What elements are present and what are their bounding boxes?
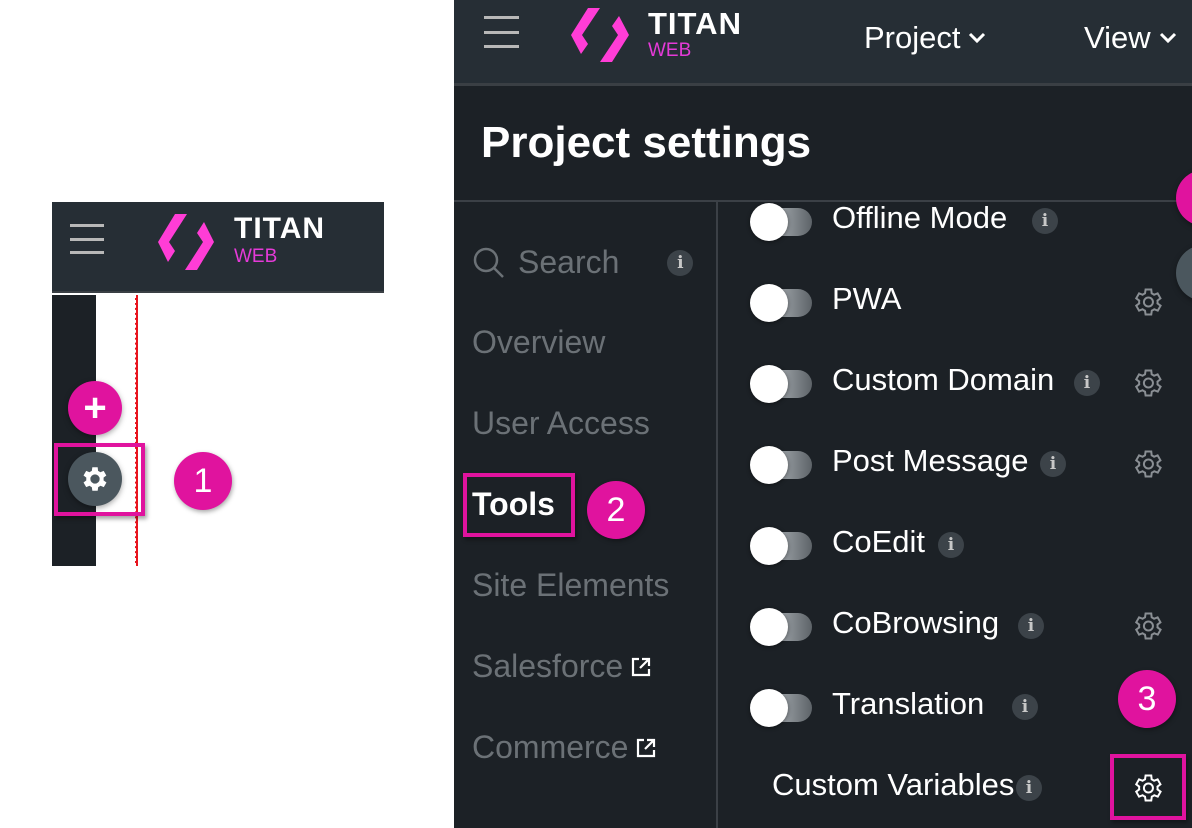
gear-icon[interactable] — [1130, 447, 1164, 486]
toggle-knob — [750, 365, 788, 403]
external-link-icon — [637, 738, 656, 757]
info-icon[interactable]: i — [1040, 451, 1066, 477]
hamburger-menu-icon[interactable] — [70, 224, 104, 254]
step-1-highlight — [54, 443, 145, 516]
toggle-knob — [750, 446, 788, 484]
nav-item-user-access[interactable]: User Access — [472, 405, 650, 442]
app-header: TITAN WEB Project View — [454, 0, 1192, 86]
toggle-switch[interactable] — [750, 365, 812, 403]
nav-item-salesforce[interactable]: Salesforce — [472, 648, 651, 685]
nav-item-site-elements[interactable]: Site Elements — [472, 567, 669, 604]
info-icon[interactable]: i — [1032, 208, 1058, 234]
toggle-switch[interactable] — [750, 284, 812, 322]
chevron-down-icon — [969, 32, 986, 44]
setting-label: Translation — [832, 686, 985, 721]
project-menu[interactable]: Project — [864, 20, 986, 56]
setting-label: PWA — [832, 281, 902, 316]
setting-row: Post Message i — [750, 439, 1190, 489]
info-icon[interactable]: i — [938, 532, 964, 558]
setting-label: CoBrowsing — [832, 605, 1000, 640]
setting-label: Offline Mode — [832, 200, 1008, 235]
info-icon[interactable]: i — [1012, 694, 1038, 720]
titan-logo-icon — [571, 8, 629, 62]
step-2-highlight — [463, 473, 575, 537]
titan-logo-icon — [158, 214, 214, 270]
mini-editor-preview: TITAN WEB + 1 — [52, 202, 384, 566]
nav-item-commerce[interactable]: Commerce — [472, 729, 656, 766]
toggle-knob — [750, 689, 788, 727]
mini-header: TITAN WEB — [52, 202, 384, 293]
toggle-switch[interactable] — [750, 203, 812, 241]
logo-title: TITAN — [648, 6, 742, 41]
external-link-icon — [632, 657, 651, 676]
info-icon[interactable]: i — [1018, 613, 1044, 639]
view-menu-label: View — [1084, 20, 1151, 55]
setting-row: CoBrowsing i — [750, 601, 1190, 651]
toggle-switch[interactable] — [750, 608, 812, 646]
search-field[interactable]: Search i — [472, 244, 694, 281]
setting-row: Translation i — [750, 682, 1190, 732]
add-element-button[interactable]: + — [68, 381, 122, 435]
plus-icon: + — [83, 385, 107, 430]
toggle-knob — [750, 203, 788, 241]
toggle-knob — [750, 527, 788, 565]
info-icon[interactable]: i — [1074, 370, 1100, 396]
setting-label: Post Message — [832, 443, 1029, 478]
setting-row: PWA — [750, 277, 1190, 327]
canvas-guide-line — [135, 295, 138, 566]
logo-subtitle: WEB — [234, 246, 278, 267]
toggle-switch[interactable] — [750, 689, 812, 727]
setting-label: CoEdit — [832, 524, 926, 559]
toggle-switch[interactable] — [750, 527, 812, 565]
gear-icon[interactable] — [1130, 609, 1164, 648]
search-icon — [473, 247, 504, 278]
project-menu-label: Project — [864, 20, 961, 55]
gear-icon[interactable] — [1130, 771, 1164, 810]
hamburger-menu-icon[interactable] — [484, 16, 519, 48]
nav-item-salesforce-label: Salesforce — [472, 648, 624, 684]
setting-label: Custom Domain — [832, 362, 1055, 397]
mini-canvas — [96, 295, 384, 566]
setting-row: Offline Mode i — [750, 196, 1190, 246]
nav-item-commerce-label: Commerce — [472, 729, 629, 765]
toggle-knob — [750, 608, 788, 646]
setting-row: Custom Domain i — [750, 358, 1190, 408]
toggle-knob — [750, 284, 788, 322]
setting-row: CoEdit i — [750, 520, 1190, 570]
gear-icon[interactable] — [1130, 366, 1164, 405]
toggle-switch[interactable] — [750, 446, 812, 484]
view-menu[interactable]: View — [1084, 20, 1177, 56]
nav-item-overview[interactable]: Overview — [472, 324, 605, 361]
gear-icon[interactable] — [1130, 285, 1164, 324]
step-badge-1: 1 — [174, 452, 232, 510]
page-title: Project settings — [481, 118, 812, 167]
project-settings-panel: TITAN WEB Project View Project settings … — [454, 0, 1192, 828]
setting-row: Custom Variables i — [750, 763, 1190, 813]
step-badge-2: 2 — [587, 481, 645, 539]
logo-title: TITAN — [234, 212, 326, 245]
info-icon[interactable]: i — [667, 249, 694, 276]
info-icon[interactable]: i — [1016, 775, 1042, 801]
chevron-down-icon — [1159, 32, 1176, 44]
setting-label: Custom Variables — [772, 767, 1015, 802]
search-label: Search — [518, 244, 620, 280]
logo-subtitle: WEB — [648, 40, 692, 61]
